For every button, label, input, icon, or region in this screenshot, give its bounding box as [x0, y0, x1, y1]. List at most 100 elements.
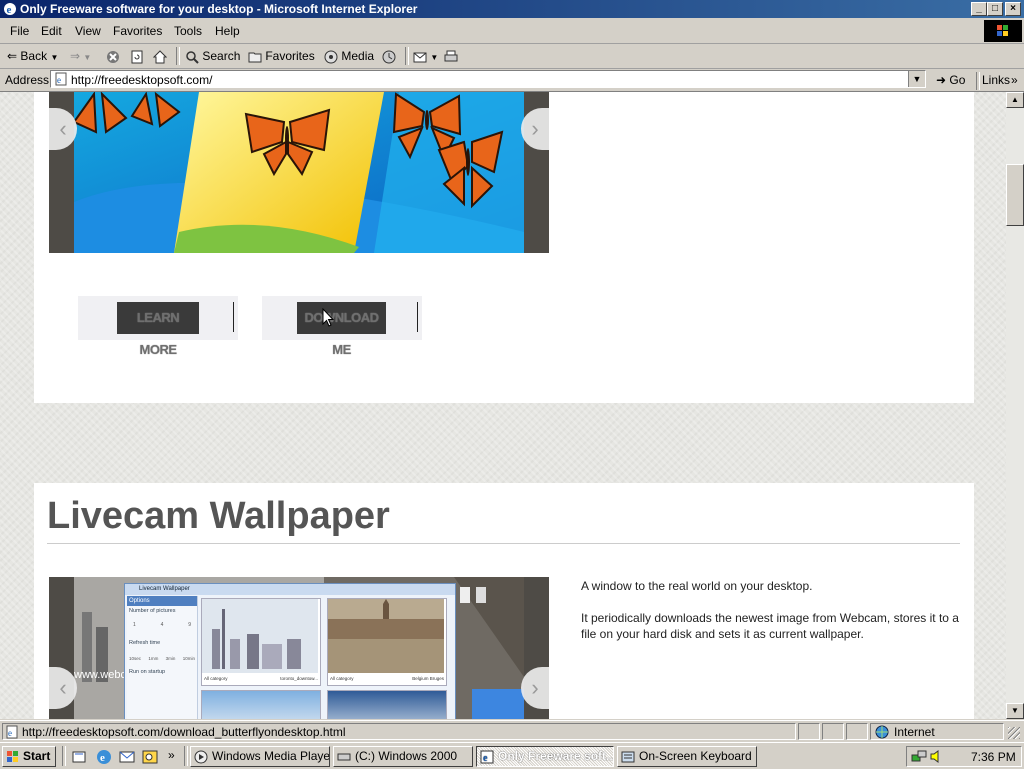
- slider-next-button[interactable]: ›: [521, 667, 549, 709]
- refresh-10sec[interactable]: 10sec: [129, 656, 141, 661]
- toolbar-separator: [405, 47, 409, 65]
- go-arrow-icon: ➜: [936, 73, 947, 87]
- forward-arrow-icon: ⇒: [70, 49, 81, 63]
- media-player-icon: [194, 750, 208, 764]
- sky-patch: [472, 689, 524, 719]
- print-button[interactable]: [444, 48, 458, 64]
- pic-count-options: 1 4 9: [127, 616, 197, 630]
- home-icon: [153, 50, 167, 64]
- refresh-10min[interactable]: 10min: [183, 656, 195, 661]
- learn-more-button[interactable]: LEARN MORE: [117, 302, 199, 357]
- show-desktop-icon[interactable]: [72, 749, 88, 765]
- webcam-tile[interactable]: All category toronto_downtow...: [201, 598, 321, 686]
- start-label: Start: [23, 749, 51, 763]
- menu-help[interactable]: Help: [215, 24, 240, 38]
- menu-tools[interactable]: Tools: [174, 24, 202, 38]
- taskbar-separator: [184, 746, 188, 766]
- svg-text:e: e: [8, 728, 12, 738]
- stop-button[interactable]: [106, 48, 120, 64]
- learn-more-button-wrap: LEARN MORE: [78, 296, 238, 357]
- search-button[interactable]: Search: [185, 48, 240, 64]
- favorites-label: Favorites: [265, 49, 315, 63]
- menu-favorites[interactable]: Favorites: [113, 24, 162, 38]
- history-button[interactable]: [382, 48, 396, 64]
- slider-prev-button[interactable]: ‹: [49, 108, 77, 150]
- outlook-quicklaunch-icon[interactable]: [119, 749, 135, 765]
- slider-next-button[interactable]: ›: [521, 108, 549, 150]
- favorites-button[interactable]: Favorites: [248, 48, 315, 64]
- forward-button[interactable]: ⇒ ▼: [70, 48, 91, 64]
- address-dropdown-icon[interactable]: ▼: [908, 71, 925, 87]
- volume-icon[interactable]: [929, 749, 943, 764]
- task-windows-2000-drive[interactable]: (C:) Windows 2000: [333, 746, 473, 767]
- scroll-thumb[interactable]: [1006, 164, 1024, 226]
- product-card-livecam: Livecam Wallpaper www.webcams... Livecam…: [34, 483, 974, 719]
- media-label: Media: [341, 49, 375, 63]
- screenshot-slider: ‹ ›: [49, 92, 549, 253]
- page-icon: e: [6, 725, 18, 739]
- pic-count-1[interactable]: 1: [133, 622, 136, 628]
- button-divider: [233, 302, 234, 332]
- webcam-tile[interactable]: [201, 690, 321, 719]
- vertical-scrollbar[interactable]: ▲ ▼: [1006, 92, 1024, 719]
- back-button[interactable]: ⇐ Back ▼: [7, 48, 58, 64]
- close-button[interactable]: ×: [1005, 2, 1021, 16]
- go-button[interactable]: ➜ Go: [936, 72, 965, 88]
- scroll-up-icon[interactable]: ▲: [1006, 92, 1024, 108]
- pic-count-9[interactable]: 9: [188, 622, 191, 628]
- maximize-button[interactable]: □: [987, 2, 1003, 16]
- tile-category: All category: [204, 676, 228, 681]
- product-description-long: It periodically downloads the newest ima…: [581, 611, 959, 641]
- webcam-tile[interactable]: [327, 690, 447, 719]
- tile-name: Belgium Bruges: [412, 676, 444, 681]
- refresh-options: 10sec 1mm 3min 10min: [127, 648, 197, 663]
- refresh-button[interactable]: [130, 48, 144, 64]
- stop-icon: [107, 50, 119, 63]
- mouse-cursor-icon: [322, 308, 334, 327]
- svg-text:e: e: [483, 753, 488, 764]
- slider-prev-button[interactable]: ‹: [49, 667, 77, 709]
- address-input[interactable]: e http://freedesktopsoft.com/ ▼: [50, 70, 926, 88]
- search-quicklaunch-icon[interactable]: [142, 749, 158, 765]
- refresh-1mm[interactable]: 1mm: [148, 656, 158, 661]
- livecam-screenshot-image: www.webcams... Livecam Wallpaper Options…: [74, 577, 524, 719]
- ie-icon: e: [480, 750, 494, 764]
- product-card-butterfly: ‹ › LEARN MORE DOWNLOAD ME: [34, 92, 974, 403]
- app-sidebar: Options Number of pictures 1 4 9 Refresh…: [127, 596, 198, 719]
- title-divider: [47, 543, 960, 544]
- task-on-screen-keyboard[interactable]: On-Screen Keyboard: [617, 746, 757, 767]
- start-button[interactable]: Start: [2, 746, 56, 767]
- resize-grip-icon[interactable]: [1008, 727, 1020, 739]
- quicklaunch-chevron-icon[interactable]: »: [168, 748, 175, 762]
- refresh-3min[interactable]: 3min: [166, 656, 176, 661]
- refresh-icon: [131, 50, 143, 64]
- menu-bar: File Edit View Favorites Tools Help: [0, 19, 1024, 44]
- status-url: http://freedesktopsoft.com/download_butt…: [22, 725, 346, 739]
- menu-file[interactable]: File: [10, 24, 29, 38]
- menu-view[interactable]: View: [75, 24, 101, 38]
- minimize-button[interactable]: _: [971, 2, 987, 16]
- menu-edit[interactable]: Edit: [41, 24, 62, 38]
- ie-quicklaunch-icon[interactable]: e: [96, 749, 112, 765]
- pic-count-4[interactable]: 4: [161, 622, 164, 628]
- home-button[interactable]: [153, 48, 167, 64]
- search-icon: [186, 51, 199, 64]
- media-button[interactable]: Media: [324, 48, 374, 64]
- scroll-down-icon[interactable]: ▼: [1006, 703, 1024, 719]
- network-icon[interactable]: [911, 749, 927, 764]
- toolbar-separator: [976, 72, 980, 90]
- task-internet-explorer[interactable]: e Only Freeware soft...: [476, 746, 614, 767]
- status-url-panel: e http://freedesktopsoft.com/download_bu…: [2, 723, 796, 740]
- go-label: Go: [949, 73, 966, 87]
- ie-icon: e: [4, 3, 16, 16]
- back-arrow-icon: ⇐: [7, 49, 18, 63]
- task-windows-media-player[interactable]: Windows Media Player: [190, 746, 330, 767]
- address-label: Address: [5, 73, 50, 87]
- links-button[interactable]: Links: [982, 72, 1010, 88]
- mail-icon: [413, 52, 427, 63]
- download-me-button[interactable]: DOWNLOAD ME: [297, 302, 386, 357]
- mail-button[interactable]: ▼: [413, 48, 438, 64]
- svg-text:e: e: [57, 75, 61, 85]
- links-chevron-icon[interactable]: »: [1011, 72, 1018, 88]
- webcam-tile[interactable]: All category Belgium Bruges: [327, 598, 447, 686]
